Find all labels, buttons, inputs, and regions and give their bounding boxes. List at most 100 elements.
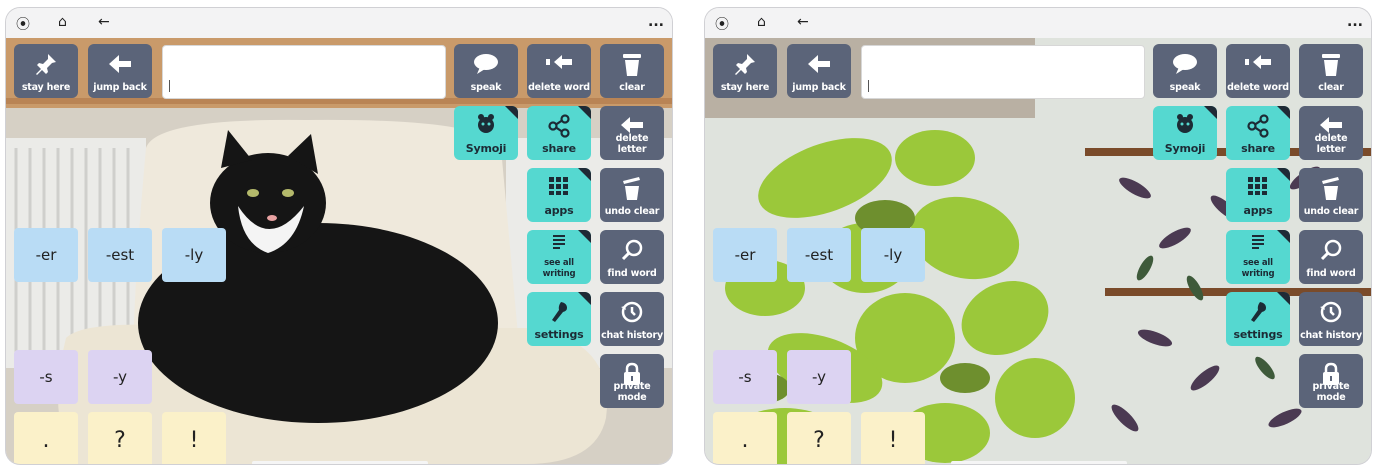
speak-button[interactable]: speak	[454, 44, 518, 98]
writing-label: writing	[1241, 269, 1275, 279]
delete-word-label: delete word	[1227, 82, 1289, 93]
delete-word-icon	[1226, 52, 1290, 76]
speech-bubble-icon	[1153, 52, 1217, 80]
jump-back-button[interactable]: jump back	[88, 44, 152, 98]
see-all-label: see all	[544, 258, 574, 268]
suffix-y-key[interactable]: -y	[88, 350, 152, 404]
back-arrow-icon[interactable]: ←	[98, 14, 110, 30]
suffix-s-key[interactable]: -s	[713, 350, 777, 404]
history-clock-icon	[600, 300, 664, 328]
more-menu-icon[interactable]: ...	[648, 14, 664, 30]
find-word-label: find word	[607, 268, 657, 279]
share-button[interactable]: share	[1226, 106, 1290, 160]
apps-button[interactable]: apps	[527, 168, 591, 222]
undo-clear-button[interactable]: undo clear	[600, 168, 664, 222]
suffix-ly-key[interactable]: -ly	[162, 228, 226, 282]
clear-button[interactable]: clear	[1299, 44, 1363, 98]
history-clock-icon	[1299, 300, 1363, 328]
clear-button[interactable]: clear	[600, 44, 664, 98]
undo-trash-icon	[1299, 176, 1363, 206]
jump-back-button[interactable]: jump back	[787, 44, 851, 98]
magnifier-icon	[1299, 238, 1363, 266]
stay-here-button[interactable]: stay here	[14, 44, 78, 98]
apps-grid-icon	[1226, 176, 1290, 200]
period-key[interactable]: .	[713, 412, 777, 464]
back-arrow-icon[interactable]: ←	[797, 14, 809, 30]
suffix-ly-key[interactable]: -ly	[861, 228, 925, 282]
symoji-button[interactable]: Symoji	[1153, 106, 1217, 160]
wrench-icon	[527, 300, 591, 328]
delete-letter-label: delete letter	[615, 133, 649, 155]
message-text-input[interactable]	[162, 45, 446, 99]
suffix-s-key[interactable]: -s	[14, 350, 78, 404]
find-word-button[interactable]: find word	[1299, 230, 1363, 284]
home-icon[interactable]: ⌂	[757, 14, 766, 30]
settings-label: settings	[1233, 328, 1283, 341]
pin-icon	[713, 52, 777, 80]
suffix-y-key[interactable]: -y	[787, 350, 851, 404]
home-indicator	[951, 461, 1127, 464]
trash-icon	[1299, 52, 1363, 82]
apps-label: apps	[1243, 204, 1273, 217]
jump-back-label: jump back	[93, 82, 147, 93]
more-menu-icon[interactable]: ...	[1347, 14, 1363, 30]
settings-button[interactable]: settings	[527, 292, 591, 346]
suffix-est-key[interactable]: -est	[787, 228, 851, 282]
symoji-label: Symoji	[1164, 142, 1206, 155]
question-mark-key[interactable]: ?	[787, 412, 851, 464]
status-bar: ⦿ ⌂ ← ...	[705, 8, 1371, 38]
symoji-label: Symoji	[465, 142, 507, 155]
suffix-est-key[interactable]: -est	[88, 228, 152, 282]
stay-here-label: stay here	[21, 82, 71, 93]
settings-label: settings	[534, 328, 584, 341]
pin-icon	[14, 52, 78, 80]
find-word-button[interactable]: find word	[600, 230, 664, 284]
compass-icon[interactable]: ⦿	[715, 14, 729, 34]
jump-back-label: jump back	[792, 82, 846, 93]
stay-here-button[interactable]: stay here	[713, 44, 777, 98]
stay-here-label: stay here	[720, 82, 770, 93]
delete-word-icon	[527, 52, 591, 76]
exclamation-key[interactable]: !	[162, 412, 226, 464]
status-bar: ⦿ ⌂ ← ...	[6, 8, 672, 38]
chat-history-label: chat history	[1300, 330, 1362, 341]
private-mode-button[interactable]: private mode	[600, 354, 664, 408]
clear-label: clear	[619, 82, 645, 93]
delete-word-button[interactable]: delete word	[1226, 44, 1290, 98]
period-key[interactable]: .	[14, 412, 78, 464]
speak-button[interactable]: speak	[1153, 44, 1217, 98]
trash-icon	[600, 52, 664, 82]
delete-word-button[interactable]: delete word	[527, 44, 591, 98]
suffix-er-key[interactable]: -er	[713, 228, 777, 282]
device-screen-left: ⦿ ⌂ ← ... stay here jump back speak dele…	[6, 8, 672, 464]
private-mode-label: private mode	[613, 381, 651, 403]
question-mark-key[interactable]: ?	[88, 412, 152, 464]
symoji-button[interactable]: Symoji	[454, 106, 518, 160]
share-button[interactable]: share	[527, 106, 591, 160]
see-all-writing-button[interactable]: see all writing	[527, 230, 591, 284]
speech-bubble-icon	[454, 52, 518, 80]
undo-clear-button[interactable]: undo clear	[1299, 168, 1363, 222]
arrow-left-icon	[88, 52, 152, 80]
delete-letter-button[interactable]: delete letter	[1299, 106, 1363, 160]
undo-clear-label: undo clear	[1303, 206, 1359, 217]
exclamation-key[interactable]: !	[861, 412, 925, 464]
compass-icon[interactable]: ⦿	[16, 14, 30, 34]
see-all-label: see all	[1243, 258, 1273, 268]
apps-button[interactable]: apps	[1226, 168, 1290, 222]
home-indicator	[252, 461, 428, 464]
find-word-label: find word	[1306, 268, 1356, 279]
magnifier-icon	[600, 238, 664, 266]
home-icon[interactable]: ⌂	[58, 14, 67, 30]
apps-label: apps	[544, 204, 574, 217]
message-text-input[interactable]	[861, 45, 1145, 99]
delete-letter-button[interactable]: delete letter	[600, 106, 664, 160]
see-all-writing-button[interactable]: see all writing	[1226, 230, 1290, 284]
chat-history-button[interactable]: chat history	[600, 292, 664, 346]
chat-history-button[interactable]: chat history	[1299, 292, 1363, 346]
suffix-er-key[interactable]: -er	[14, 228, 78, 282]
wrench-icon	[1226, 300, 1290, 328]
private-mode-button[interactable]: private mode	[1299, 354, 1363, 408]
settings-button[interactable]: settings	[1226, 292, 1290, 346]
symoji-face-icon	[1153, 114, 1217, 138]
